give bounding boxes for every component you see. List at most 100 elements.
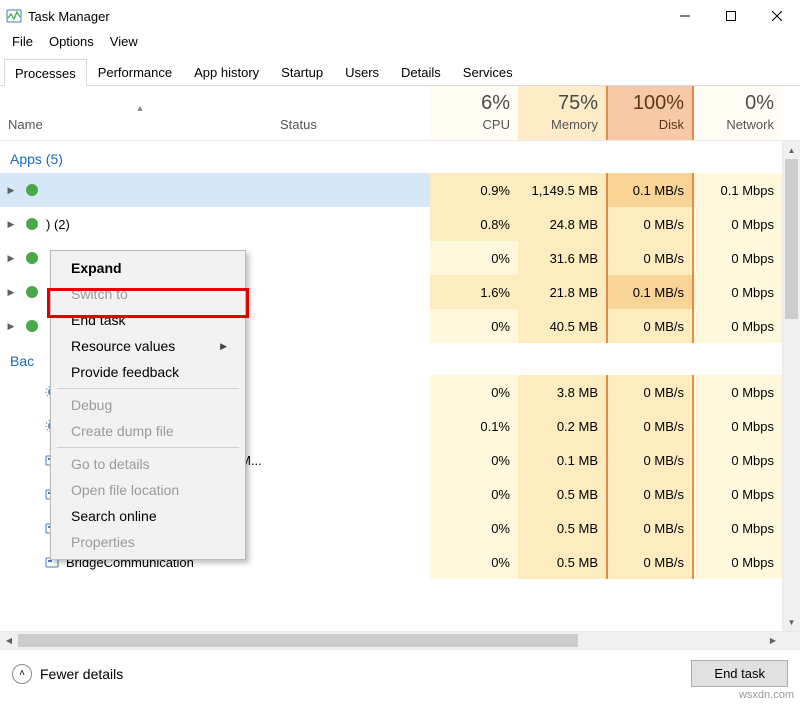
process-name: ) (2): [46, 217, 70, 232]
column-headers: ▲ Name Status 6% CPU 75% Memory 100% Dis…: [0, 86, 800, 141]
cell-network: 0 Mbps: [694, 241, 782, 275]
context-menu-separator: [57, 388, 239, 389]
cell-cpu: 0.9%: [430, 173, 518, 207]
context-menu-item: Debug: [53, 392, 243, 418]
context-menu-item: Go to details: [53, 451, 243, 477]
cell-disk: 0 MB/s: [606, 511, 694, 545]
cell-network: 0 Mbps: [694, 409, 782, 443]
tab-strip: Processes Performance App history Startu…: [0, 58, 800, 86]
fewer-details-button[interactable]: ˄ Fewer details: [12, 664, 691, 684]
scroll-right-icon[interactable]: ▶: [764, 636, 782, 645]
cell-memory: 40.5 MB: [518, 309, 606, 343]
expand-icon[interactable]: ▶: [4, 219, 18, 230]
col-header-cpu[interactable]: 6% CPU: [430, 86, 518, 140]
context-menu-item[interactable]: Search online: [53, 503, 243, 529]
cell-disk: 0 MB/s: [606, 207, 694, 241]
expand-icon[interactable]: ▶: [4, 321, 18, 332]
end-task-button[interactable]: End task: [691, 660, 788, 687]
close-button[interactable]: [754, 0, 800, 32]
cell-cpu: 0%: [430, 375, 518, 409]
cell-memory: 31.6 MB: [518, 241, 606, 275]
col-header-memory[interactable]: 75% Memory: [518, 86, 606, 140]
tab-details[interactable]: Details: [390, 58, 452, 85]
taskmgr-icon: [6, 8, 22, 24]
vertical-scrollbar[interactable]: ▲ ▼: [782, 141, 800, 631]
scroll-left-icon[interactable]: ◀: [0, 636, 18, 645]
col-header-status[interactable]: Status: [280, 86, 430, 140]
scroll-up-icon[interactable]: ▲: [783, 141, 800, 159]
menubar: File Options View: [0, 32, 800, 54]
cell-memory: 0.5 MB: [518, 477, 606, 511]
cell-network: 0 Mbps: [694, 309, 782, 343]
cell-disk: 0 MB/s: [606, 545, 694, 579]
cell-cpu: 0%: [430, 477, 518, 511]
cell-disk: 0 MB/s: [606, 443, 694, 477]
tab-app-history[interactable]: App history: [183, 58, 270, 85]
tab-performance[interactable]: Performance: [87, 58, 183, 85]
cell-network: 0 Mbps: [694, 477, 782, 511]
expand-icon[interactable]: ▶: [4, 185, 18, 196]
cell-disk: 0.1 MB/s: [606, 173, 694, 207]
tab-users[interactable]: Users: [334, 58, 390, 85]
col-header-name-label: Name: [8, 117, 272, 132]
context-menu-item: Switch to: [53, 281, 243, 307]
watermark: wsxdn.com: [739, 689, 794, 701]
context-menu-item: Open file location: [53, 477, 243, 503]
cell-cpu: 0%: [430, 545, 518, 579]
menu-file[interactable]: File: [4, 32, 41, 54]
expand-icon[interactable]: ▶: [4, 287, 18, 298]
cell-memory: 1,149.5 MB: [518, 173, 606, 207]
cell-cpu: 0.1%: [430, 409, 518, 443]
tab-processes[interactable]: Processes: [4, 59, 87, 86]
cell-disk: 0.1 MB/s: [606, 275, 694, 309]
context-menu-item[interactable]: Provide feedback: [53, 359, 243, 385]
context-menu-item[interactable]: End task: [53, 307, 243, 333]
cell-cpu: 1.6%: [430, 275, 518, 309]
col-header-disk[interactable]: 100% Disk: [606, 86, 694, 140]
context-menu-item: Properties: [53, 529, 243, 555]
process-row[interactable]: ▶ 0.9% 1,149.5 MB 0.1 MB/s 0.1 Mbps: [0, 173, 782, 207]
cell-network: 0 Mbps: [694, 207, 782, 241]
context-menu-item[interactable]: Resource values▶: [53, 333, 243, 359]
horizontal-scrollbar[interactable]: ◀ ▶: [0, 631, 800, 649]
cell-disk: 0 MB/s: [606, 375, 694, 409]
menu-view[interactable]: View: [102, 32, 146, 54]
hscroll-thumb[interactable]: [18, 634, 578, 647]
fewer-details-label: Fewer details: [40, 666, 123, 682]
col-header-network[interactable]: 0% Network: [694, 86, 782, 140]
cell-network: 0 Mbps: [694, 375, 782, 409]
context-menu-item: Create dump file: [53, 418, 243, 444]
cell-cpu: 0%: [430, 443, 518, 477]
context-menu: ExpandSwitch toEnd taskResource values▶P…: [50, 250, 246, 560]
titlebar: Task Manager: [0, 0, 800, 32]
minimize-button[interactable]: [662, 0, 708, 32]
cell-memory: 0.5 MB: [518, 545, 606, 579]
cell-memory: 0.1 MB: [518, 443, 606, 477]
cell-network: 0 Mbps: [694, 545, 782, 579]
cell-memory: 3.8 MB: [518, 375, 606, 409]
chevron-up-icon: ˄: [12, 664, 32, 684]
cell-disk: 0 MB/s: [606, 241, 694, 275]
cell-memory: 24.8 MB: [518, 207, 606, 241]
process-row[interactable]: ▶ ) (2) 0.8% 24.8 MB 0 MB/s 0 Mbps: [0, 207, 782, 241]
cell-disk: 0 MB/s: [606, 477, 694, 511]
context-menu-separator: [57, 447, 239, 448]
cell-network: 0 Mbps: [694, 275, 782, 309]
cell-cpu: 0.8%: [430, 207, 518, 241]
cell-network: 0 Mbps: [694, 443, 782, 477]
cell-memory: 0.2 MB: [518, 409, 606, 443]
cell-memory: 0.5 MB: [518, 511, 606, 545]
maximize-button[interactable]: [708, 0, 754, 32]
context-menu-item[interactable]: Expand: [53, 255, 243, 281]
window-title: Task Manager: [28, 9, 662, 24]
group-apps[interactable]: Apps (5): [0, 141, 782, 173]
scroll-down-icon[interactable]: ▼: [783, 613, 800, 631]
tab-startup[interactable]: Startup: [270, 58, 334, 85]
cell-cpu: 0%: [430, 241, 518, 275]
cell-network: 0.1 Mbps: [694, 173, 782, 207]
col-header-name[interactable]: ▲ Name: [0, 86, 280, 140]
scroll-thumb[interactable]: [785, 159, 798, 319]
expand-icon[interactable]: ▶: [4, 253, 18, 264]
tab-services[interactable]: Services: [452, 58, 524, 85]
menu-options[interactable]: Options: [41, 32, 102, 54]
